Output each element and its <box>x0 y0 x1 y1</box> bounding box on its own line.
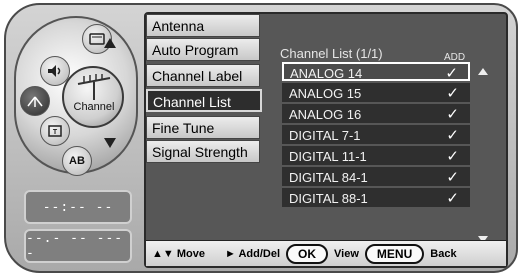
svg-text:T: T <box>53 129 58 136</box>
view-hint: View <box>334 247 359 260</box>
scroll-up-icon[interactable] <box>478 68 488 75</box>
channel-row[interactable]: DIGITAL 84-1 ✓ <box>282 167 470 186</box>
help-bar: ▲▼ Move ► Add/Del OK View MENU Back <box>146 240 506 266</box>
dial-up-arrow-icon[interactable] <box>104 38 116 48</box>
check-icon[interactable]: ✓ <box>446 168 459 186</box>
menu-key[interactable]: MENU <box>364 243 425 264</box>
channel-name: DIGITAL 88-1 <box>289 191 368 206</box>
clock-date: --.- -- ---- <box>24 229 132 263</box>
channel-row[interactable]: ANALOG 14 ✓ <box>282 62 470 82</box>
check-icon[interactable]: ✓ <box>445 64 458 82</box>
parental-lock-icon[interactable]: T <box>40 116 70 146</box>
channel-menu-screen: Antenna Auto Program Channel Label Chann… <box>144 12 508 268</box>
check-icon[interactable]: ✓ <box>446 189 459 207</box>
channel-row[interactable]: DIGITAL 7-1 ✓ <box>282 125 470 144</box>
channel-name: DIGITAL 7-1 <box>289 128 361 143</box>
channel-name: ANALOG 16 <box>289 107 362 122</box>
channel-row[interactable]: ANALOG 16 ✓ <box>282 104 470 123</box>
channel-row[interactable]: DIGITAL 11-1 ✓ <box>282 146 470 165</box>
channel-name: DIGITAL 84-1 <box>289 170 368 185</box>
dial-down-arrow-icon[interactable] <box>104 138 116 148</box>
menu-item-channel-label[interactable]: Channel Label <box>146 64 260 87</box>
clock-time: --:-- -- <box>24 190 132 224</box>
add-del-hint: ► Add/Del <box>224 247 281 260</box>
antenna-icon <box>77 74 111 100</box>
menu-item-auto-program[interactable]: Auto Program <box>146 38 260 61</box>
channel-row[interactable]: DIGITAL 88-1 ✓ <box>282 188 470 207</box>
menu-item-signal-strength[interactable]: Signal Strength <box>146 140 260 163</box>
channel-name: ANALOG 15 <box>289 86 362 101</box>
channel-name: ANALOG 14 <box>290 66 363 81</box>
check-icon[interactable]: ✓ <box>446 105 459 123</box>
check-icon[interactable]: ✓ <box>446 126 459 144</box>
channel-name: DIGITAL 11-1 <box>289 149 367 164</box>
back-hint: Back <box>430 247 457 260</box>
menu-item-fine-tune[interactable]: Fine Tune <box>146 116 260 139</box>
channel-center-button[interactable]: Channel <box>62 66 124 128</box>
ok-key[interactable]: OK <box>286 243 329 264</box>
menu-item-antenna[interactable]: Antenna <box>146 14 260 37</box>
menu-item-channel-list[interactable]: Channel List <box>146 89 262 112</box>
channel-row[interactable]: ANALOG 15 ✓ <box>282 83 470 102</box>
antenna-setup-icon[interactable] <box>20 86 50 116</box>
channel-list-title: Channel List (1/1) <box>280 46 383 61</box>
dial-center-label: Channel <box>73 101 115 113</box>
check-icon[interactable]: ✓ <box>446 147 459 165</box>
check-icon[interactable]: ✓ <box>446 84 459 102</box>
move-hint: ▲▼ Move <box>152 247 205 260</box>
ab-button[interactable]: AB <box>62 146 92 176</box>
